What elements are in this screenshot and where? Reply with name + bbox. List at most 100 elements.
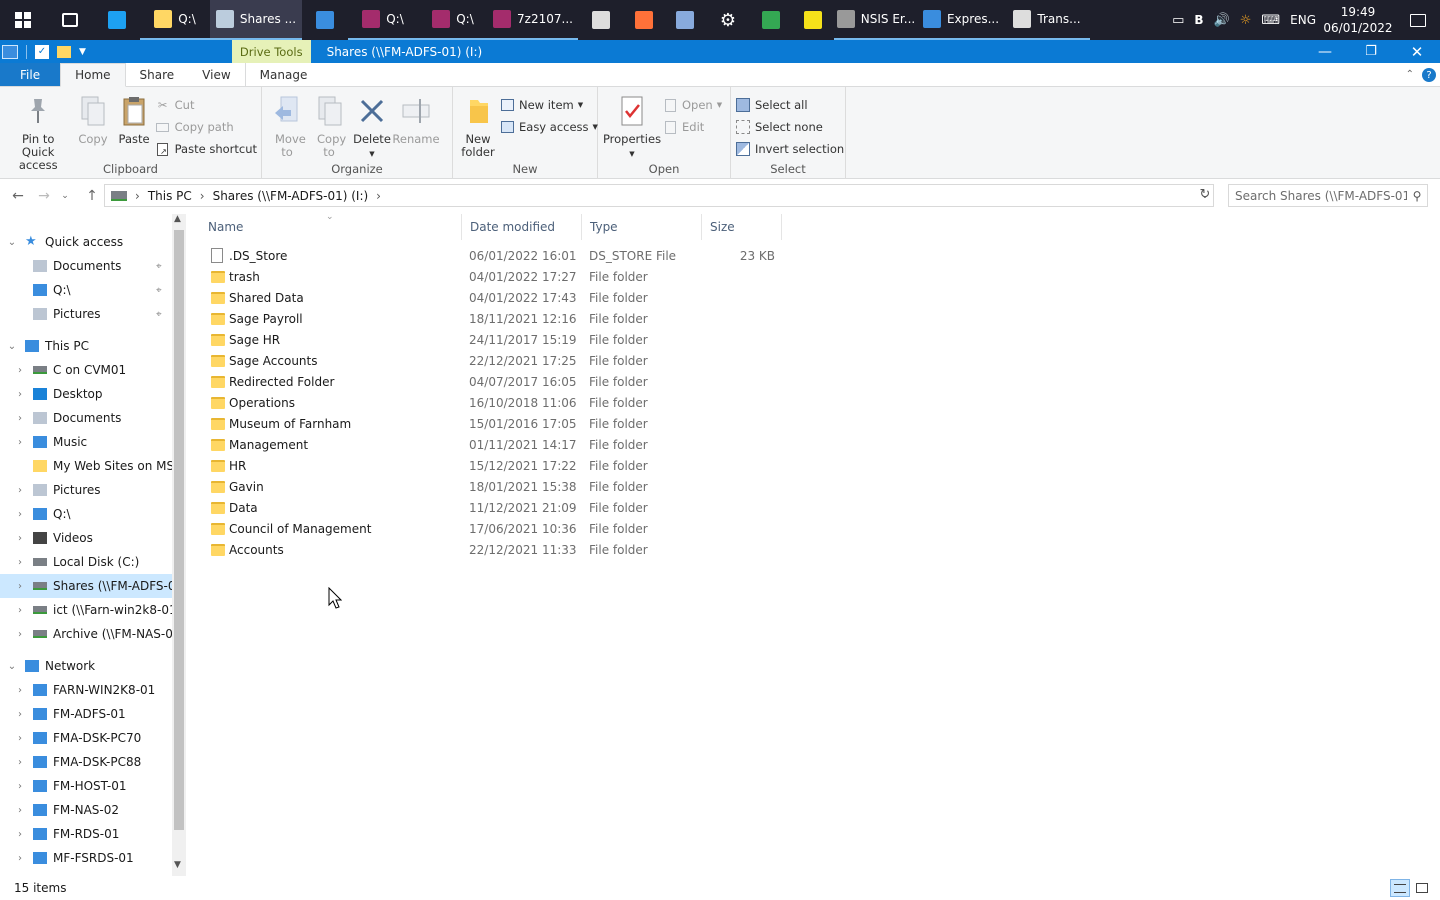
- select-all-button[interactable]: Select all: [735, 96, 844, 114]
- nav-item[interactable]: › Shares (\\FM-ADFS-01: [0, 574, 172, 598]
- taskbar-button-paint[interactable]: [664, 0, 706, 40]
- scrollbar-thumb[interactable]: [174, 230, 184, 830]
- chevron-right-icon[interactable]: ›: [14, 805, 26, 816]
- paste-shortcut-button[interactable]: ↗ Paste shortcut: [155, 140, 257, 158]
- delete-dropdown-icon[interactable]: ▼: [369, 148, 374, 161]
- select-none-button[interactable]: Select none: [735, 118, 844, 136]
- taskbar-button-winrar[interactable]: Q:\: [418, 0, 488, 40]
- chevron-right-icon[interactable]: ›: [14, 709, 26, 720]
- chevron-right-icon[interactable]: ›: [14, 509, 26, 520]
- taskbar-button-task-view[interactable]: [46, 0, 94, 40]
- nav-item[interactable]: › Pictures: [0, 478, 172, 502]
- recent-locations-button[interactable]: ⌄: [58, 184, 72, 208]
- nav-item[interactable]: ⌄ Network: [0, 654, 172, 678]
- minimize-button[interactable]: —: [1302, 44, 1348, 60]
- drive-tools-context-tab[interactable]: Drive Tools: [231, 40, 311, 63]
- file-row[interactable]: Sage HR 24/11/2017 15:19 File folder: [200, 329, 800, 350]
- edit-button[interactable]: Edit: [662, 118, 722, 136]
- maximize-button[interactable]: ❐: [1348, 44, 1394, 59]
- window-titlebar[interactable]: ✓ ▼ Drive Tools Shares (\\FM-ADFS-01) (I…: [0, 40, 1440, 63]
- file-row[interactable]: Shared Data 04/01/2022 17:43 File folder: [200, 287, 800, 308]
- breadcrumb-shares[interactable]: Shares (\\FM-ADFS-01) (I:): [213, 189, 369, 203]
- taskbar-button-spongebob[interactable]: [792, 0, 834, 40]
- nav-item[interactable]: Pictures ⌖: [0, 302, 172, 326]
- file-row[interactable]: Management 01/11/2021 14:17 File folder: [200, 434, 800, 455]
- taskbar-button-firefox[interactable]: [624, 0, 664, 40]
- nav-item[interactable]: › Documents: [0, 406, 172, 430]
- taskbar-button-control-panel[interactable]: [302, 0, 348, 40]
- file-row[interactable]: Council of Management 17/06/2021 10:36 Fil…: [200, 518, 800, 539]
- column-header-name[interactable]: Name ⌄: [200, 212, 462, 240]
- file-row[interactable]: trash 04/01/2022 17:27 File folder: [200, 266, 800, 287]
- tab-manage[interactable]: Manage: [244, 63, 322, 86]
- chevron-down-icon[interactable]: ⌄: [6, 341, 18, 352]
- chevron-right-icon[interactable]: ›: [14, 581, 26, 592]
- customize-quick-access-icon[interactable]: ▼: [79, 47, 86, 57]
- nav-item[interactable]: › Videos: [0, 526, 172, 550]
- nav-item[interactable]: › Music: [0, 430, 172, 454]
- details-view-button[interactable]: [1390, 879, 1410, 897]
- taskbar-button-winrar[interactable]: 7z2107...: [488, 0, 578, 40]
- clock[interactable]: 19:49 06/01/2022: [1320, 0, 1396, 40]
- forward-button[interactable]: →: [32, 184, 56, 208]
- up-button[interactable]: ↑: [80, 184, 104, 208]
- chevron-right-icon[interactable]: ›: [14, 389, 26, 400]
- nav-item[interactable]: › FARN-WIN2K8-01: [0, 678, 172, 702]
- navigation-scrollbar[interactable]: ▲ ▼: [172, 214, 186, 876]
- new-item-button[interactable]: New item ▼: [499, 96, 598, 114]
- breadcrumb-this-pc[interactable]: This PC: [148, 189, 192, 203]
- properties-quick-icon[interactable]: ✓: [35, 44, 49, 59]
- column-header-type[interactable]: Type: [582, 214, 702, 240]
- nav-item[interactable]: › ict (\\Farn-win2k8-01): [0, 598, 172, 622]
- nav-item[interactable]: › FM-HOST-01: [0, 774, 172, 798]
- file-row[interactable]: Data 11/12/2021 21:09 File folder: [200, 497, 800, 518]
- new-folder-quick-icon[interactable]: [57, 45, 71, 58]
- collapse-ribbon-icon[interactable]: ⌃: [1398, 63, 1422, 86]
- chevron-right-icon[interactable]: ›: [14, 685, 26, 696]
- nav-item[interactable]: › Desktop: [0, 382, 172, 406]
- invert-selection-button[interactable]: Invert selection: [735, 140, 844, 158]
- taskbar-button-express[interactable]: Expres...: [918, 0, 1004, 40]
- taskbar-button-nsis[interactable]: NSIS Er...: [834, 0, 918, 40]
- nav-item[interactable]: › Archive (\\FM-NAS-02: [0, 622, 172, 646]
- scroll-down-icon[interactable]: ▼: [174, 860, 181, 870]
- file-row[interactable]: Gavin 18/01/2021 15:38 File folder: [200, 476, 800, 497]
- taskbar-button-winrar[interactable]: Q:\: [348, 0, 418, 40]
- file-row[interactable]: Museum of Farnham 15/01/2016 17:05 File fo…: [200, 413, 800, 434]
- nav-item[interactable]: Documents ⌖: [0, 254, 172, 278]
- chevron-right-icon[interactable]: ›: [14, 605, 26, 616]
- tab-file[interactable]: File: [0, 63, 61, 86]
- chevron-right-icon[interactable]: ›: [14, 829, 26, 840]
- easy-access-button[interactable]: Easy access ▼: [499, 118, 598, 136]
- chevron-down-icon[interactable]: ⌄: [6, 237, 18, 248]
- file-row[interactable]: Sage Payroll 18/11/2021 12:16 File folder: [200, 308, 800, 329]
- nav-item[interactable]: › FMA-DSK-PC88: [0, 750, 172, 774]
- taskbar-button-transfer[interactable]: Trans...: [1004, 0, 1090, 40]
- tab-view[interactable]: View: [188, 63, 244, 86]
- search-input[interactable]: Search Shares (\\FM-ADFS-01...: [1235, 189, 1407, 203]
- notification-button[interactable]: [1396, 0, 1440, 40]
- chevron-right-icon[interactable]: ›: [14, 437, 26, 448]
- chevron-right-icon[interactable]: ›: [14, 781, 26, 792]
- chevron-right-icon[interactable]: ›: [14, 853, 26, 864]
- chevron-right-icon[interactable]: ›: [14, 365, 26, 376]
- taskbar-button-start[interactable]: [0, 0, 46, 40]
- taskbar-button-file-explorer[interactable]: Q:\: [140, 0, 210, 40]
- address-box[interactable]: › This PC › Shares (\\FM-ADFS-01) (I:) ›…: [104, 184, 1214, 207]
- file-row[interactable]: Accounts 22/12/2021 11:33 File folder: [200, 539, 800, 560]
- drive-tools-quick-icon[interactable]: [2, 44, 18, 59]
- chevron-right-icon[interactable]: ›: [14, 533, 26, 544]
- chevron-right-icon[interactable]: ›: [14, 557, 26, 568]
- nav-item[interactable]: › FM-RDS-01: [0, 822, 172, 846]
- back-button[interactable]: ←: [6, 184, 30, 208]
- chevron-right-icon[interactable]: ›: [14, 413, 26, 424]
- cut-button[interactable]: ✂ Cut: [155, 96, 257, 114]
- taskbar-button-settings[interactable]: ⚙: [706, 0, 750, 40]
- large-icons-view-button[interactable]: [1412, 879, 1432, 897]
- open-button[interactable]: Open ▼: [662, 96, 722, 114]
- nav-item[interactable]: My Web Sites on MSN: [0, 454, 172, 478]
- language-indicator[interactable]: ENG: [1290, 13, 1316, 27]
- file-row[interactable]: HR 15/12/2021 17:22 File folder: [200, 455, 800, 476]
- column-header-size[interactable]: Size: [702, 214, 782, 240]
- network-tray-icon[interactable]: ▭: [1172, 13, 1184, 28]
